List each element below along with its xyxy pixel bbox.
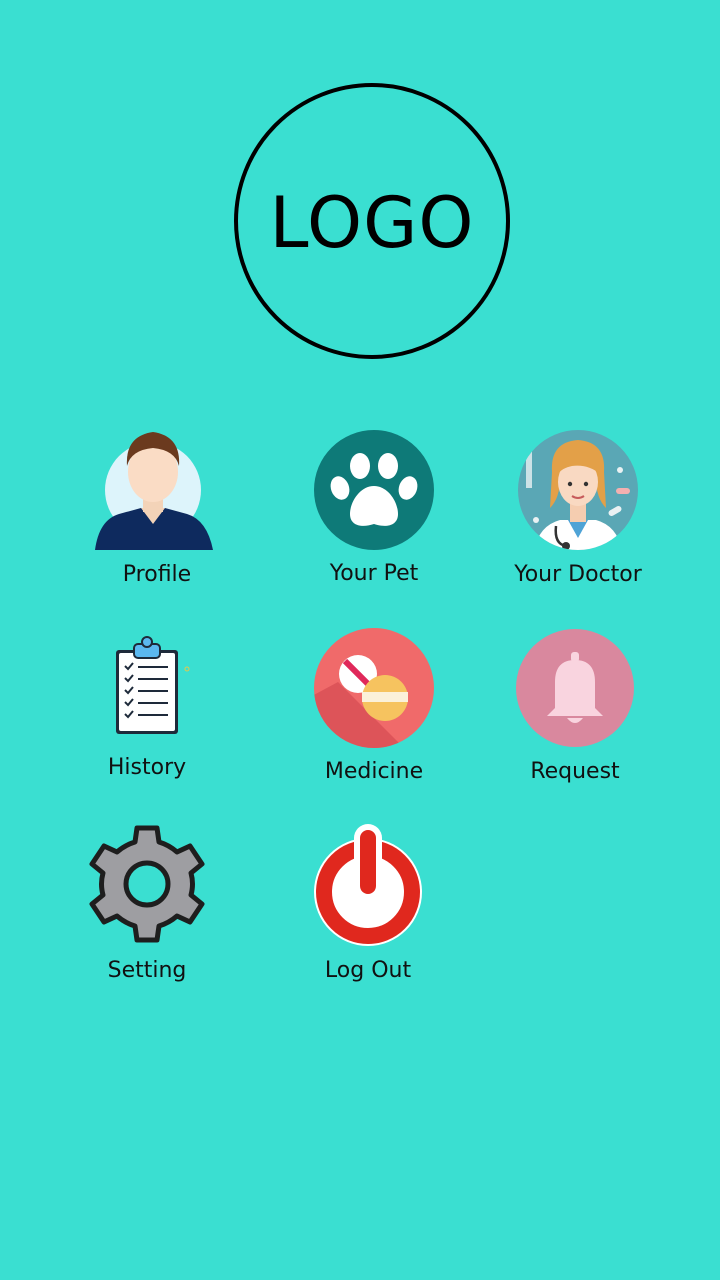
doctor-avatar-icon — [516, 428, 640, 552]
menu-item-your-doctor[interactable]: Your Doctor — [478, 428, 678, 598]
menu-item-request[interactable]: Request — [475, 628, 675, 798]
power-icon — [310, 824, 426, 950]
pills-icon — [312, 626, 436, 750]
menu-item-history[interactable]: History — [47, 636, 247, 806]
gear-icon — [87, 824, 207, 944]
menu-label-log-out: Log Out — [324, 958, 412, 983]
menu-label-your-doctor: Your Doctor — [514, 562, 642, 587]
bell-icon — [515, 628, 635, 748]
logo: LOGO — [234, 83, 510, 359]
menu-label-request: Request — [530, 759, 620, 784]
menu-label-your-pet: Your Pet — [329, 561, 419, 586]
menu-label-history: History — [107, 755, 187, 780]
menu-item-log-out[interactable]: Log Out — [268, 824, 468, 994]
menu-item-your-pet[interactable]: Your Pet — [274, 428, 474, 598]
home-screen: LOGO Profile Your Pet Your Doctor Histor… — [0, 0, 720, 1280]
logo-text: LOGO — [269, 182, 475, 264]
menu-label-setting: Setting — [107, 958, 187, 983]
menu-item-profile[interactable]: Profile — [57, 428, 257, 598]
paw-icon — [312, 428, 436, 552]
user-avatar-icon — [95, 428, 219, 552]
clipboard-checklist-icon — [92, 636, 202, 740]
menu-item-setting[interactable]: Setting — [47, 824, 247, 994]
menu-label-medicine: Medicine — [324, 759, 424, 784]
menu-item-medicine[interactable]: Medicine — [274, 626, 474, 796]
menu-label-profile: Profile — [122, 562, 192, 587]
